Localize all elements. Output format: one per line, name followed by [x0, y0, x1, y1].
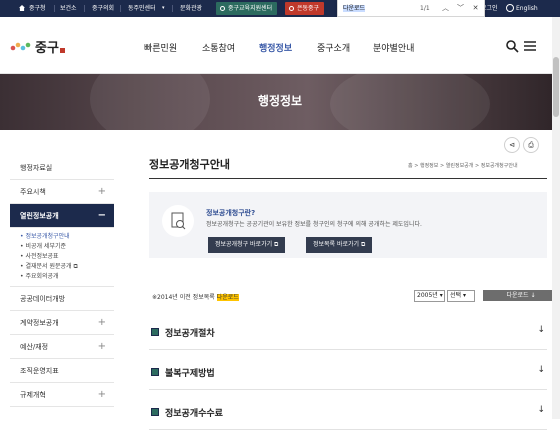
submenu-item[interactable]: • 정보공개청구안내 [20, 232, 114, 242]
nav-about[interactable]: 중구소개 [317, 41, 350, 54]
arrow-down-icon: ↓ [537, 405, 545, 415]
plus-icon: + [97, 341, 106, 352]
download-icon: ↓ [530, 292, 536, 299]
item-select[interactable]: 선택 ▾ [447, 290, 475, 302]
sidebar-item-regulation[interactable]: 규제개혁 + [10, 383, 114, 407]
divider [84, 5, 85, 12]
nav-communication[interactable]: 소통참여 [202, 41, 235, 54]
sidebar-item-budget[interactable]: 예산/재정 + [10, 335, 114, 359]
chevron-down-icon: ▾ [162, 5, 165, 11]
sidebar-item-open-info[interactable]: 열린정보공개 − [10, 204, 114, 228]
submenu-item[interactable]: • 주요회의공개 [20, 272, 114, 282]
scrollbar-thumb[interactable] [553, 57, 559, 117]
archive-note: ※2014년 이전 정보목록 다운로드 [152, 294, 239, 301]
page-title: 정보공개청구안내 [149, 158, 230, 171]
square-bullet-icon [151, 328, 159, 336]
chevron-up-icon[interactable]: ︿ [440, 3, 451, 14]
plus-icon: + [97, 389, 106, 400]
accordion-appeal[interactable]: 불복구제방법 ↓ [149, 354, 547, 390]
breadcrumb-item[interactable]: 열린정보공개 [446, 163, 474, 169]
accordion-title: 정보공개절차 [165, 329, 215, 339]
accordion-procedure[interactable]: 정보공개절차 ↓ [149, 314, 547, 350]
submenu-item[interactable]: • 사전정보공표 [20, 252, 114, 262]
home-icon [19, 5, 25, 11]
sidebar-item-contracts[interactable]: 계약정보공개 + [10, 311, 114, 335]
nav-admin-info[interactable]: 행정정보 [259, 41, 292, 54]
info-description: 정보공개청구는 공공기관이 보유한 정보를 청구인의 청구에 의해 공개하는 제… [206, 221, 422, 228]
breadcrumb-item: 정보공개청구안내 [480, 163, 518, 169]
external-link-icon: ⧉ [361, 241, 366, 248]
arrow-down-icon: ↓ [537, 365, 545, 375]
education-center-label: 중구교육지원센터 [228, 5, 273, 12]
site-header: 중구 빠른민원 소통참여 행정정보 중구소개 분야별안내 [0, 17, 560, 74]
print-icon[interactable]: ⎙ [523, 137, 539, 153]
breadcrumb: 홈 > 행정정보 > 열린정보공개 > 정보공개청구안내 [408, 163, 518, 169]
share-icon[interactable]: ⊲ [504, 137, 520, 153]
accordion-fees[interactable]: 정보공개수수료 ↓ [149, 394, 547, 430]
submenu-item[interactable]: • 결재문서 원문공개 ⧉ [20, 262, 114, 272]
square-bullet-icon [151, 408, 159, 416]
divider [172, 5, 173, 12]
banner-title: 행정정보 [257, 94, 303, 108]
breadcrumb-item[interactable]: 행정정보 [420, 163, 438, 169]
eungong-label: 은동중구 [297, 5, 320, 12]
divider [54, 5, 55, 12]
breadcrumb-item[interactable]: 홈 [408, 163, 413, 169]
logo-text: 중구 [35, 41, 59, 56]
external-link-icon: ⧉ [73, 263, 78, 270]
chevron-down-icon[interactable]: ﹀ [455, 3, 466, 14]
info-question: 정보공개청구란? [206, 209, 256, 217]
sidebar-item-org-index[interactable]: 조직운영지표 [10, 359, 114, 383]
sidebar-submenu: • 정보공개청구안내 • 비공개 세부기준 • 사전정보공표 • 결재문서 원문… [10, 228, 114, 287]
plus-icon: + [97, 186, 106, 197]
search-icon[interactable] [505, 39, 519, 53]
link-health-center[interactable]: 보건소 [60, 0, 77, 17]
open-info-request-button[interactable]: 정보공개청구 바로가기 ⧉ [208, 237, 286, 253]
document-search-icon [162, 205, 194, 237]
sidebar-item-archive[interactable]: 행정자료실 [10, 156, 114, 180]
arrow-down-icon: ↓ [537, 325, 545, 335]
info-list-button[interactable]: 정보목록 바로가기 ⧉ [306, 237, 373, 253]
info-box: 정보공개청구란? 정보공개청구는 공공기관이 보유한 정보를 청구인의 청구에 … [149, 192, 547, 258]
junggu-logo[interactable]: 중구 [8, 36, 66, 56]
square-bullet-icon [151, 368, 159, 376]
close-icon[interactable]: ✕ [470, 3, 481, 14]
divider [120, 5, 121, 12]
link-junggu[interactable]: 중구청 [29, 0, 46, 17]
nav-quick-service[interactable]: 빠른민원 [144, 41, 177, 54]
download-button[interactable]: 다운로드 ↓ [483, 290, 559, 301]
menu-icon[interactable] [523, 39, 537, 53]
find-input[interactable]: 다운로드 [343, 3, 366, 14]
link-council[interactable]: 중구의회 [92, 0, 114, 17]
page-banner: 행정정보 [0, 74, 560, 130]
year-select[interactable]: 2005년 ▾ [414, 290, 445, 302]
external-link-icon: ⧉ [274, 241, 279, 248]
eungong-button[interactable]: 은동중구 [285, 2, 325, 15]
english-link[interactable]: English [516, 0, 538, 17]
sidebar-item-public-data[interactable]: 공공데이터개방 [10, 287, 114, 311]
globe-icon [506, 4, 514, 12]
nav-field-guide[interactable]: 분야별안내 [373, 41, 414, 54]
accordion-title: 정보공개수수료 [165, 409, 223, 419]
find-bar: 다운로드 1/1 ︿ ﹀ ✕ [337, 0, 485, 17]
link-community-center[interactable]: 동주민센터 [128, 0, 156, 17]
sidebar: 행정자료실 주요시책 + 열린정보공개 − • 정보공개청구안내 • 비공개 세부기… [10, 156, 114, 407]
circle-icon [289, 6, 294, 11]
find-count: 1/1 [420, 5, 430, 12]
plus-icon: + [97, 317, 106, 328]
minus-icon: − [97, 210, 106, 221]
link-culture-tour[interactable]: 문화관광 [180, 0, 202, 17]
education-center-button[interactable]: 중구교육지원센터 [216, 2, 278, 15]
divider [149, 178, 547, 179]
scrollbar[interactable] [552, 17, 560, 419]
archive-row: ※2014년 이전 정보목록 다운로드 2005년 ▾ 선택 ▾ 다운로드 ↓ [149, 290, 559, 304]
accordion-title: 불복구제방법 [165, 369, 215, 379]
submenu-item[interactable]: • 비공개 세부기준 [20, 242, 114, 252]
circle-icon [220, 6, 225, 11]
sidebar-item-policies[interactable]: 주요시책 + [10, 180, 114, 204]
